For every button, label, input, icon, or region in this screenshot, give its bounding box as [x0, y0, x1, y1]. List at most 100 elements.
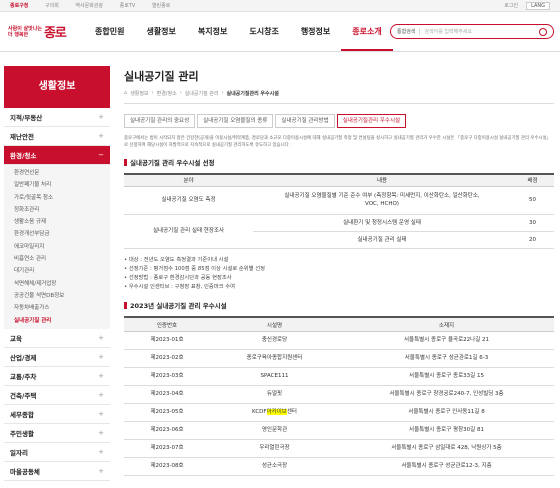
lnb-sub-item[interactable]: 석면해체/제거업장	[4, 278, 110, 290]
lnb-item-label: 지적/부동산	[10, 114, 43, 122]
lnb-item[interactable]: 교통/주차 +	[4, 367, 110, 386]
table-cell: 충신경로당	[210, 331, 339, 350]
lnb-submenu: 환경연선문 일반폐기물 처리 가로/뒷골목 청소 정화조관리 생활소음 규제 환…	[4, 165, 110, 329]
table-cell: 30	[511, 214, 554, 232]
tab[interactable]: 실내공기질 오염물질의 종류	[197, 114, 274, 128]
table-cell: 실내공기질 관리 실태 현장조사	[124, 214, 253, 249]
lnb-sub-item[interactable]: 대기관리	[4, 265, 110, 277]
lnb-item-label: 일자리	[10, 448, 28, 457]
section-heading: 실내공기질 관리 우수시설 선정	[124, 157, 554, 167]
gnb-item[interactable]: 생활정보	[135, 12, 186, 51]
intro-text: 종로구에서는 법이 시작되지 않은 건강한(공개)을 이용시설/취약계층, 경로…	[124, 136, 551, 148]
certified-facilities-table: 인증번호 시설명 소재지 제2023-01호 충신경로당 서울특별시 종로구 율곡로…	[124, 316, 554, 476]
table-cell: 20	[511, 231, 554, 249]
table-row: 제2023-02호 종로구육아종합지원센터 서울특별시 종로구 성균관로1길 6-3	[124, 349, 554, 368]
table-cell: 서울특별시 종로구 성균관로1길 6-3	[339, 349, 554, 368]
side-navigation: 생활정보 지적/부동산 + 재난안전 + 환경/청소 − 환경연선문 일반폐기물 처리…	[4, 66, 110, 481]
table-row: 제2023-06호 영인문학관 서울특별시 종로구 평창30길 81	[124, 421, 554, 440]
table-row: 제2023-01호 충신경로당 서울특별시 종로구 율곡로22나길 21	[124, 331, 554, 350]
site-logo[interactable]: 사람이 살맛나는 더 행복한 종로	[8, 22, 78, 42]
column-header: 인증번호	[124, 316, 210, 332]
table-cell: 서울특별시 종로구 종로33길 15	[339, 367, 554, 386]
lnb-item[interactable]: 주민생활 +	[4, 424, 110, 443]
top-link[interactable]: 종로구청	[10, 3, 28, 9]
content-tabs: 실내공기질 관리의 중요성 실내공기질 오염물질의 종류 실내공기질 관리방법 …	[124, 114, 554, 128]
lnb-sub-item[interactable]: 생활소음 규제	[4, 216, 110, 228]
search-scope-select[interactable]: 통합검색	[397, 28, 421, 35]
language-select[interactable]: LANG	[526, 1, 550, 10]
gnb-item[interactable]: 도시창조	[238, 12, 289, 51]
breadcrumb-item[interactable]: 생활정보	[130, 90, 148, 97]
breadcrumb-item[interactable]: 실내공기질 관리	[185, 90, 219, 97]
gnb-item[interactable]: 복지정보	[187, 12, 238, 51]
top-link[interactable]: 열린종로	[152, 3, 170, 9]
lnb-item[interactable]: 산업/경제 +	[4, 348, 110, 367]
search-input[interactable]: 검색어를 입력해주세요	[424, 28, 472, 35]
table-cell: 실내환기 및 청정시스템 운영 실태	[253, 214, 511, 232]
lnb-item[interactable]: 재난안전 +	[4, 127, 110, 146]
tab-active[interactable]: 실내공기질관리 우수시설	[336, 114, 407, 128]
lnb-item[interactable]: 세무종합 +	[4, 405, 110, 424]
lnb-sub-item[interactable]: 가로/뒷골목 청소	[4, 192, 110, 204]
breadcrumb-current: 실내공기질관리 우수시설	[226, 91, 279, 97]
gnb-item[interactable]: 행정정보	[290, 12, 341, 51]
lnb-sub-item[interactable]: 자동차배출가스	[4, 302, 110, 314]
column-header: 소재지	[339, 316, 554, 332]
table-cell: 성균소극장	[210, 457, 339, 476]
lnb-sub-item[interactable]: 공공건물 석면DB정보	[4, 290, 110, 302]
login-link[interactable]: 로그인	[504, 2, 518, 9]
table-cell: 서울특별시 종로구 창경궁로240-7, 인성빌딩 3층	[339, 385, 554, 404]
tab[interactable]: 실내공기질 관리방법	[275, 114, 335, 128]
tab[interactable]: 실내공기질 관리의 중요성	[124, 114, 196, 128]
top-link[interactable]: 역사문화관광	[75, 3, 103, 9]
lnb-item-label: 산업/경제	[10, 353, 37, 362]
table-cell: 서울특별시 종로구 삼일대로 428, 낙원상가 5층	[339, 439, 554, 458]
gnb-item[interactable]: 종합민원	[84, 12, 135, 51]
table-cell: 실내공기질 오염도 측정	[124, 186, 253, 215]
lnb-item[interactable]: 일자리 +	[4, 443, 110, 462]
lnb-sub-item[interactable]: 환경개선부담금	[4, 228, 110, 240]
column-header: 배점	[511, 173, 554, 187]
lnb-item-label: 마을공동체	[10, 467, 40, 476]
table-cell: 서울특별시 종로구 평창30길 81	[339, 421, 554, 440]
lnb-sub-item[interactable]: 환경연선문	[4, 167, 110, 179]
table-cell: 제2023-03호	[124, 367, 210, 386]
lnb-item[interactable]: 마을공동체 +	[4, 462, 110, 481]
top-link[interactable]: 구의회	[45, 3, 59, 9]
lnb-item[interactable]: 교육 +	[4, 329, 110, 348]
top-link[interactable]: 종로TV	[120, 3, 136, 9]
lnb-sub-item[interactable]: 정화조관리	[4, 204, 110, 216]
minus-icon: −	[98, 151, 104, 159]
plus-icon: +	[98, 390, 104, 399]
breadcrumb: ⌂ 생활정보 › 환경/청소 › 실내공기질 관리 › 실내공기질관리 우수시설	[124, 84, 554, 104]
table-cell: 50	[511, 186, 554, 215]
lnb-sub-item[interactable]: 비흡연소 관리	[4, 253, 110, 265]
note-item: • 선정기준 : 평가점수 100점 중 85점 이상 시설로 순위별 선정	[124, 265, 265, 272]
family-site-links: 종로구청 구의회 역사문화관광 종로TV 열린종로	[10, 2, 185, 9]
search-box[interactable]: 통합검색 검색어를 입력해주세요	[390, 24, 554, 39]
plus-icon: +	[98, 132, 104, 140]
top-utility-bar: 종로구청 구의회 역사문화관광 종로TV 열린종로 로그인 LANG	[0, 0, 560, 12]
lnb-item-label: 세무종합	[10, 410, 34, 419]
lnb-item-label: 환경/청소	[10, 152, 37, 160]
table-cell: SPACE111	[210, 367, 339, 386]
lnb-item[interactable]: 건축/주택 +	[4, 386, 110, 405]
lnb-item[interactable]: 지적/부동산 +	[4, 108, 110, 127]
table-row: 실내공기질 관리 실태 현장조사 실내환기 및 청정시스템 운영 실태 30	[124, 214, 554, 249]
lnb-item-active[interactable]: 환경/청소 −	[4, 146, 110, 165]
breadcrumb-item[interactable]: 환경/청소	[157, 90, 177, 97]
lnb-sub-item[interactable]: 에코마일리지	[4, 241, 110, 253]
gnb-item-active[interactable]: 종로소개	[341, 12, 393, 51]
table-cell: 영인문학관	[210, 421, 339, 440]
table-cell: 제2023-07호	[124, 439, 210, 458]
table-cell: 제2023-05호	[124, 403, 210, 422]
lnb-sub-item-active[interactable]: 실내공기질 관리	[4, 315, 110, 327]
plus-icon: +	[98, 113, 104, 121]
home-icon[interactable]: ⌂	[124, 90, 127, 97]
lnb-sub-item[interactable]: 일반폐기물 처리	[4, 179, 110, 191]
plus-icon: +	[98, 409, 104, 418]
lnb-title: 생활정보	[4, 66, 110, 108]
table-cell: KCDF아카이브센터	[210, 403, 339, 422]
note-item: • 대상 : 전년도 오염도 측정결과 기준이내 시설	[124, 256, 229, 263]
search-icon[interactable]	[539, 27, 547, 36]
